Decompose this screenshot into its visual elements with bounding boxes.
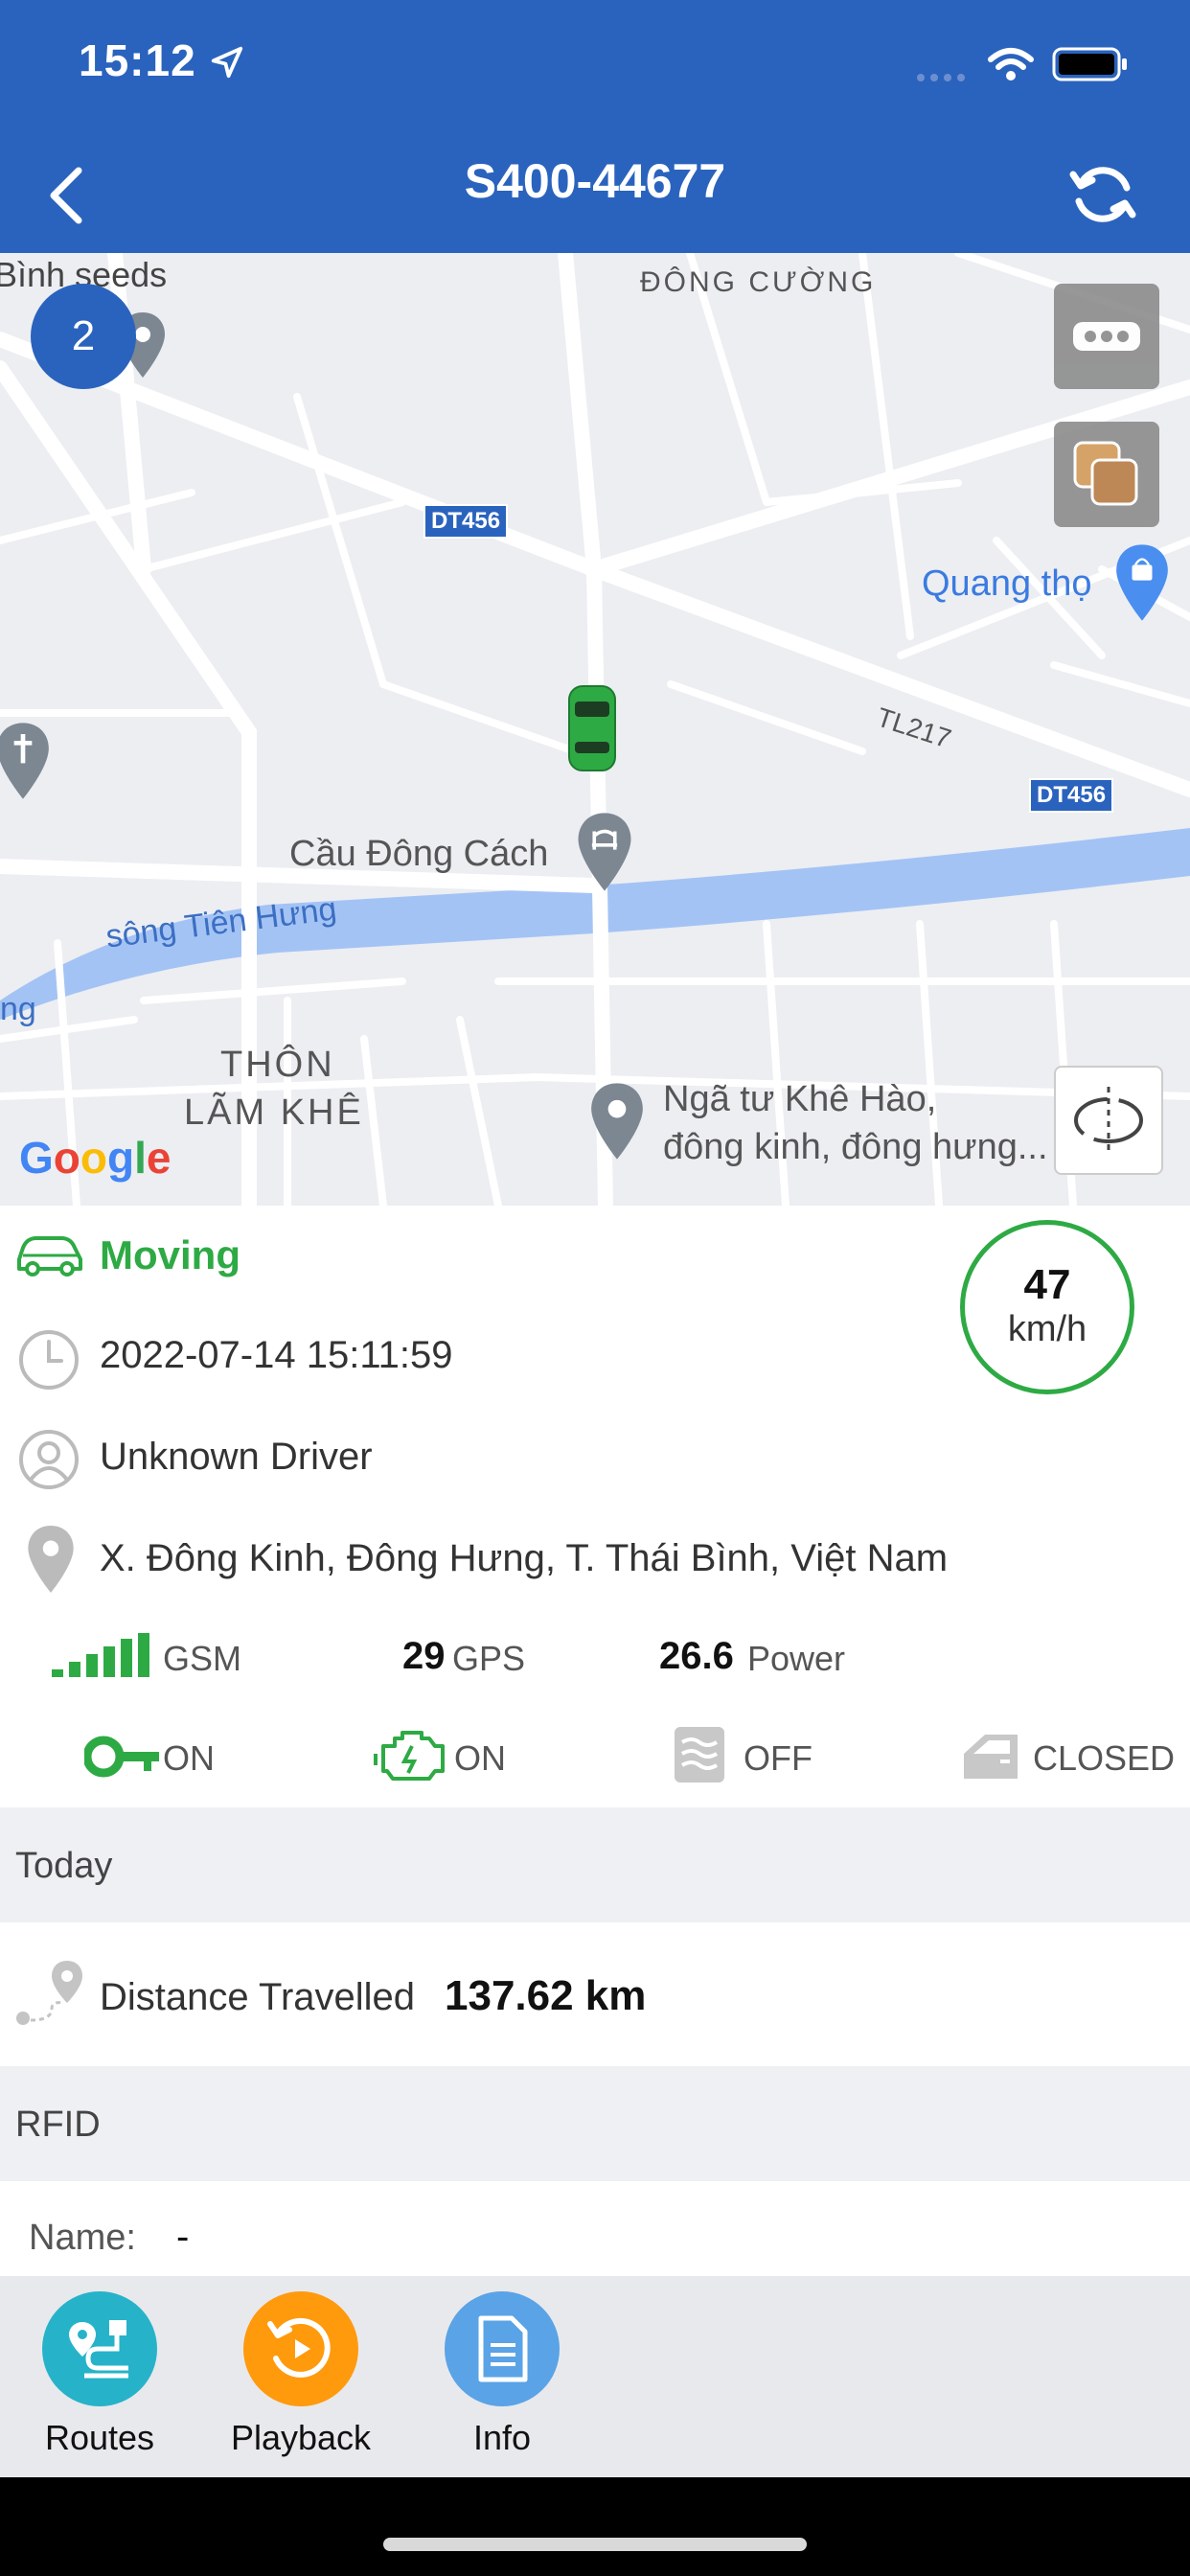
map-layers-button[interactable] [1054, 422, 1159, 527]
gsm-signal-icon [52, 1633, 149, 1677]
location-pin-icon[interactable] [588, 1081, 646, 1162]
today-title: Today [15, 1846, 113, 1886]
ignition-key-icon [84, 1736, 159, 1778]
routes-icon [69, 2320, 128, 2379]
ac-status: OFF [744, 1738, 812, 1778]
door-status: CLOSED [1033, 1738, 1176, 1778]
bottom-action-bar: Routes Playback Info [0, 2276, 1190, 2477]
wifi-icon [988, 48, 1034, 80]
battery-icon [1052, 47, 1127, 81]
rfid-title: RFID [15, 2104, 101, 2145]
power-label: Power [747, 1639, 846, 1678]
map-label-nga-tu-line2: đông kinh, đông hưng... [663, 1127, 1048, 1167]
air-conditioner-icon [675, 1727, 724, 1782]
vehicle-status: Moving [100, 1232, 240, 1277]
distance-label: Distance Travelled [100, 1976, 416, 2018]
top-navigation-bar: 15:12 S400-44677 [0, 0, 1190, 253]
driver-name: Unknown Driver [100, 1436, 373, 1478]
more-options-button[interactable] [1054, 284, 1159, 389]
vehicle-car-icon[interactable] [565, 684, 619, 772]
gsm-label: GSM [163, 1639, 242, 1678]
distance-value: 137.62 km [445, 1972, 647, 2019]
map-label-river-fragment: ng [0, 991, 36, 1027]
more-dots-icon [1073, 322, 1140, 351]
document-icon [478, 2315, 528, 2382]
playback-icon [267, 2317, 331, 2378]
cluster-marker[interactable]: 2 [31, 284, 136, 389]
engine-icon [374, 1731, 445, 1781]
map-label-nga-tu-line1: Ngã tư Khê Hào, [663, 1079, 937, 1119]
map-view[interactable]: Google Bình seeds ĐÔNG CƯỜNG DT456 DT456… [0, 253, 1190, 1206]
car-door-icon [964, 1735, 1018, 1779]
vehicle-address: X. Đông Kinh, Đông Hưng, T. Thái Bình, V… [100, 1537, 949, 1579]
map-label-thon: THÔN [220, 1045, 335, 1085]
speed-value: 47 [1023, 1261, 1071, 1308]
map-label-dong-cuong: ĐÔNG CƯỜNG [640, 266, 877, 298]
status-time: 15:12 [79, 35, 196, 85]
location-arrow-icon [211, 46, 243, 79]
info-label[interactable]: Info [387, 2418, 617, 2458]
last-update-timestamp: 2022-07-14 15:11:59 [100, 1334, 453, 1376]
engine-status: ON [454, 1738, 506, 1778]
home-indicator[interactable] [383, 2538, 807, 2551]
rfid-name-value: - [176, 2216, 190, 2258]
clock-icon [19, 1330, 79, 1390]
map-label-quang-tho: Quang thọ [922, 564, 1092, 604]
layers-icon [1073, 441, 1138, 506]
rfid-section-header: RFID [0, 2066, 1190, 2181]
refresh-icon[interactable] [1067, 159, 1138, 230]
rfid-name-label: Name: [29, 2218, 136, 2258]
driver-avatar-icon [19, 1430, 79, 1489]
road-shield-dt456: DT456 [423, 504, 509, 539]
routes-button[interactable] [42, 2291, 157, 2406]
shopping-pin-icon[interactable] [1113, 542, 1171, 623]
today-section-header: Today [0, 1807, 1190, 1922]
gps-label: GPS [452, 1639, 526, 1678]
power-value: 26.6 [659, 1635, 734, 1677]
info-button[interactable] [445, 2291, 560, 2406]
ignition-status: ON [163, 1738, 215, 1778]
location-pin-icon [28, 1526, 74, 1593]
google-logo: Google [19, 1133, 171, 1183]
vehicle-title: S400-44677 [464, 154, 726, 208]
route-distance-icon [16, 1961, 82, 2025]
map-label-cau-dong-cach: Cầu Đông Cách [289, 834, 549, 874]
map-label-lam-khe: LÃM KHÊ [184, 1092, 364, 1133]
rotate-map-button[interactable] [1054, 1066, 1163, 1175]
playback-button[interactable] [243, 2291, 358, 2406]
church-pin-icon[interactable] [0, 721, 52, 801]
gps-value: 29 [402, 1635, 446, 1677]
speed-unit: km/h [1007, 1309, 1087, 1349]
car-status-icon [17, 1236, 82, 1276]
cellular-signal-icon [915, 71, 969, 88]
road-shield-dt456: DT456 [1029, 778, 1114, 813]
rotate-icon [1074, 1087, 1143, 1154]
routes-label[interactable]: Routes [0, 2418, 215, 2458]
playback-label[interactable]: Playback [186, 2418, 416, 2458]
speed-gauge: 47 km/h [960, 1220, 1134, 1394]
home-indicator-area [0, 2477, 1190, 2576]
bridge-pin-icon[interactable] [575, 811, 634, 893]
